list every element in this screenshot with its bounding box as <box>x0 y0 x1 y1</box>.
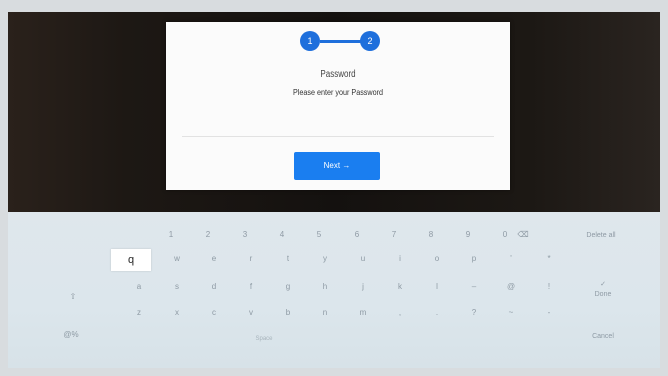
onscreen-keyboard: q Delete all ✓ Done Cancel Space 1 2 3 4 5 6 7… <box>8 212 660 368</box>
key-i[interactable]: i <box>391 250 409 268</box>
key-row3-8[interactable]: l <box>428 278 446 296</box>
step-indicator: 1 2 <box>300 30 380 52</box>
key-2[interactable]: 2 <box>199 226 217 244</box>
key-row3-10[interactable]: @ <box>502 278 520 296</box>
key-y[interactable]: y <box>316 250 334 268</box>
key-q[interactable]: q <box>111 249 151 271</box>
next-button[interactable]: Next → <box>294 152 380 180</box>
key-r[interactable]: r <box>242 250 260 268</box>
step-1-indicator: 1 <box>300 31 320 51</box>
key-e[interactable]: e <box>205 250 223 268</box>
key-row3-5[interactable]: h <box>316 278 334 296</box>
key-t[interactable]: t <box>279 250 297 268</box>
key-row4-5[interactable]: n <box>316 304 334 322</box>
symbols-key[interactable]: @% <box>60 326 82 344</box>
backspace-key[interactable]: ⌫ <box>512 226 534 244</box>
key-4[interactable]: 4 <box>273 226 291 244</box>
key-row3-9[interactable]: – <box>465 278 483 296</box>
key-row3-6[interactable]: j <box>354 278 372 296</box>
password-dialog: 1 2 Password Please enter your Password … <box>166 22 510 190</box>
key-row4-4[interactable]: b <box>279 304 297 322</box>
key-row4-8[interactable]: . <box>428 304 446 322</box>
key-row4-7[interactable]: , <box>391 304 409 322</box>
key-o[interactable]: o <box>428 250 446 268</box>
key-row3-4[interactable]: g <box>279 278 297 296</box>
step-2-indicator: 2 <box>360 31 380 51</box>
key-3[interactable]: 3 <box>236 226 254 244</box>
key-row3-1[interactable]: s <box>168 278 186 296</box>
delete-all-button[interactable]: Delete all <box>564 230 638 242</box>
key-apostrophe[interactable]: ' <box>502 250 520 268</box>
step-connector <box>320 40 362 43</box>
key-w[interactable]: w <box>168 250 186 268</box>
key-6[interactable]: 6 <box>348 226 366 244</box>
done-check-icon: ✓ <box>600 281 606 288</box>
key-u[interactable]: u <box>354 250 372 268</box>
key-row4-3[interactable]: v <box>242 304 260 322</box>
key-row3-0[interactable]: a <box>130 278 148 296</box>
key-asterisk[interactable]: * <box>540 250 558 268</box>
dialog-title: Password <box>320 69 356 80</box>
key-row3-7[interactable]: k <box>391 278 409 296</box>
space-key[interactable]: Space <box>204 332 324 346</box>
key-7[interactable]: 7 <box>385 226 403 244</box>
key-row4-0[interactable]: z <box>130 304 148 322</box>
key-9[interactable]: 9 <box>459 226 477 244</box>
done-button[interactable]: Done <box>568 290 638 300</box>
key-row4-9[interactable]: ? <box>465 304 483 322</box>
key-row4-10[interactable]: ~ <box>502 304 520 322</box>
key-8[interactable]: 8 <box>422 226 440 244</box>
cancel-button[interactable]: Cancel <box>568 330 638 344</box>
key-row3-2[interactable]: d <box>205 278 223 296</box>
key-row4-11[interactable]: - <box>540 304 558 322</box>
password-field[interactable] <box>182 122 494 137</box>
key-row3-11[interactable]: ! <box>540 278 558 296</box>
key-1[interactable]: 1 <box>162 226 180 244</box>
key-row4-2[interactable]: c <box>205 304 223 322</box>
shift-key[interactable]: ⇧ <box>64 288 82 306</box>
key-p[interactable]: p <box>465 250 483 268</box>
key-row4-6[interactable]: m <box>354 304 372 322</box>
dialog-subtitle: Please enter your Password <box>292 88 384 97</box>
key-row4-1[interactable]: x <box>168 304 186 322</box>
key-5[interactable]: 5 <box>310 226 328 244</box>
key-row3-3[interactable]: f <box>242 278 260 296</box>
